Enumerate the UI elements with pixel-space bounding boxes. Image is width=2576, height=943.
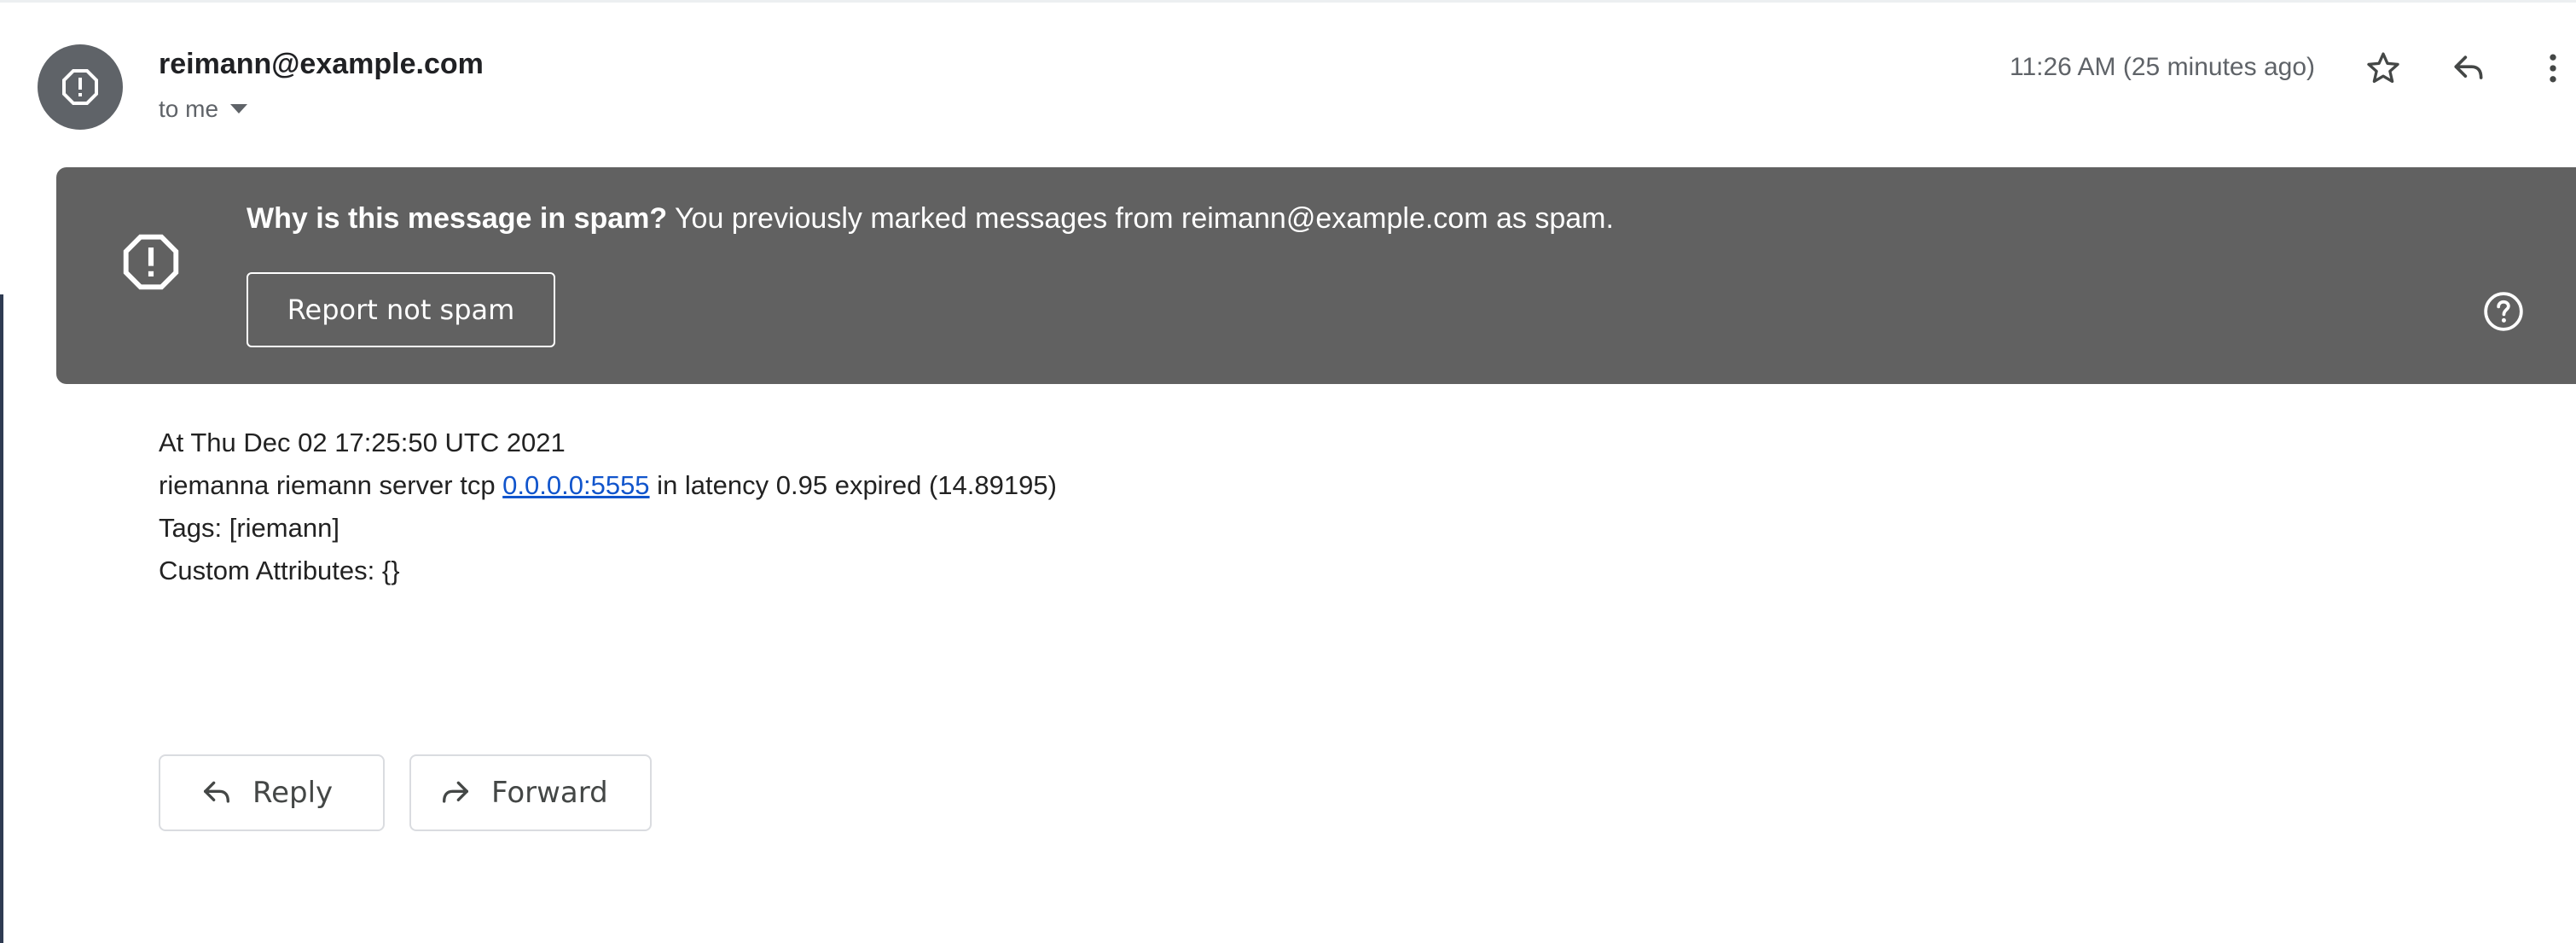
star-button[interactable] — [2359, 44, 2407, 92]
sender-avatar[interactable] — [38, 44, 123, 130]
star-icon — [2367, 52, 2399, 84]
reply-icon — [204, 781, 229, 803]
sender-address[interactable]: reimann@example.com — [159, 48, 484, 81]
message-timestamp: 11:26 AM (25 minutes ago) — [2010, 53, 2315, 81]
spam-question: Why is this message in spam? — [247, 202, 668, 235]
body-line-tags: Tags: [riemann] — [159, 513, 339, 543]
event-text-after: in latency 0.95 expired (14.89195) — [649, 470, 1057, 500]
spam-reason: You previously marked messages from reim… — [667, 202, 1614, 235]
spam-explanation: Why is this message in spam? You previou… — [247, 202, 1614, 236]
more-vert-icon — [2550, 54, 2556, 83]
alert-octagon-icon — [123, 234, 179, 290]
event-text-before: riemanna riemann server tcp — [159, 470, 503, 500]
recipient-details[interactable]: to me — [159, 96, 248, 123]
help-icon[interactable] — [2482, 290, 2525, 333]
caret-down-icon[interactable] — [230, 104, 248, 114]
host-link[interactable]: 0.0.0.0:5555 — [502, 470, 649, 500]
body-line-event: riemanna riemann server tcp 0.0.0.0:5555… — [159, 464, 1057, 507]
body-line-attributes: Custom Attributes: {} — [159, 556, 400, 585]
reply-button[interactable]: Reply — [159, 754, 385, 831]
recipient-label: to me — [159, 96, 219, 122]
alert-octagon-icon — [62, 69, 98, 105]
message-body: At Thu Dec 02 17:25:50 UTC 2021 riemanna… — [159, 422, 1057, 592]
forward-icon — [443, 781, 468, 803]
reply-label: Reply — [252, 776, 334, 810]
top-divider — [0, 0, 2576, 3]
email-view: reimann@example.com to me 11:26 AM (25 m… — [0, 0, 2576, 943]
forward-button[interactable]: Forward — [409, 754, 652, 831]
reply-icon — [2454, 55, 2483, 79]
forward-label: Forward — [491, 776, 608, 810]
report-not-spam-button[interactable]: Report not spam — [247, 272, 555, 347]
more-options-button[interactable] — [2530, 44, 2576, 92]
left-edge-strip — [0, 294, 3, 943]
reply-icon-button[interactable] — [2445, 44, 2492, 92]
body-line-timestamp: At Thu Dec 02 17:25:50 UTC 2021 — [159, 428, 566, 457]
